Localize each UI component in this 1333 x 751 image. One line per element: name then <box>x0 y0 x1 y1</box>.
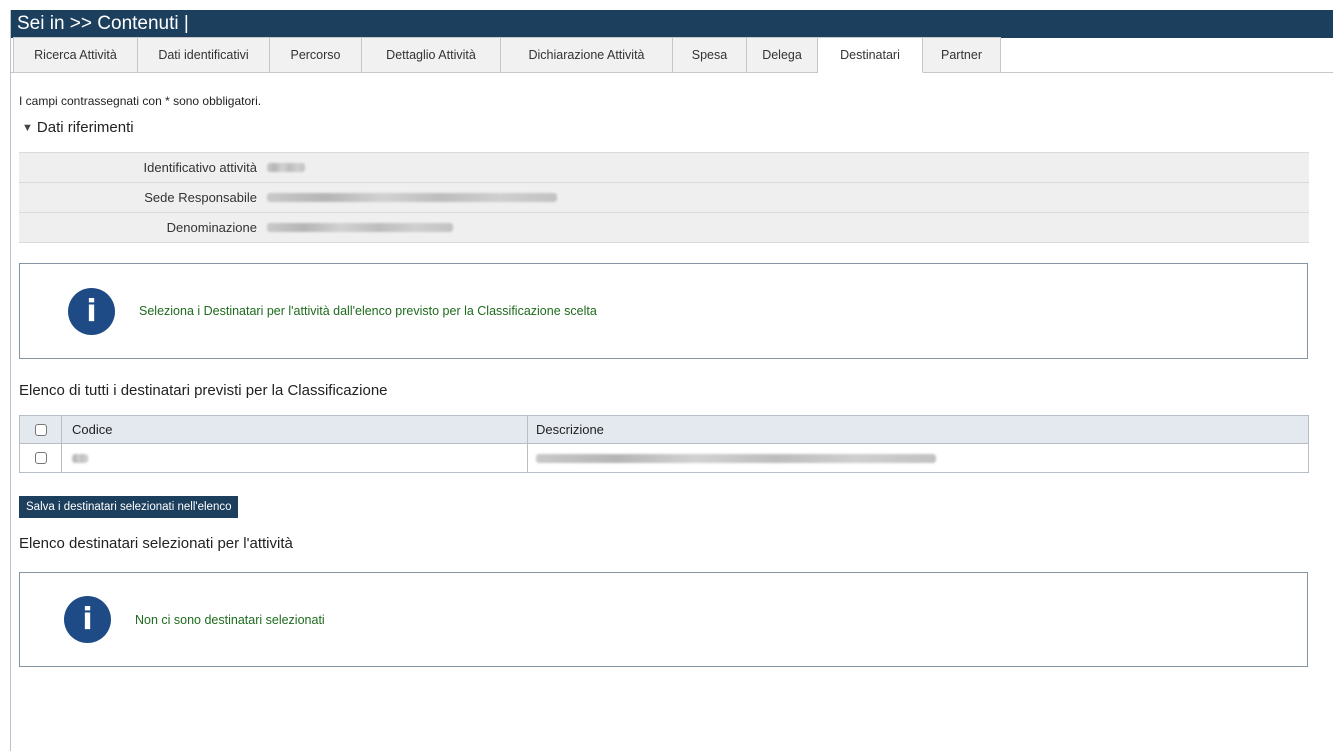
save-selected-button[interactable]: Salva i destinatari selezionati nell'ele… <box>19 496 239 518</box>
ref-label: Identificativo attività <box>143 160 257 175</box>
section-toggle-dati-riferimenti[interactable]: ▼ Dati riferimenti <box>22 119 1333 136</box>
ref-label: Sede Responsabile <box>144 190 257 205</box>
list-all-title: Elenco di tutti i destinatari previsti p… <box>19 382 388 399</box>
column-header-codice[interactable]: Codice <box>62 416 528 443</box>
tab-dichiarazione-attivita[interactable]: Dichiarazione Attività <box>501 37 673 73</box>
breadcrumb-header: Sei in >> Contenuti | <box>11 10 1333 38</box>
row-select-cell <box>20 444 62 472</box>
tab-partner[interactable]: Partner <box>923 37 1001 73</box>
main-frame: Sei in >> Contenuti | Ricerca Attività D… <box>10 10 1333 751</box>
redacted-value <box>72 453 88 463</box>
ref-label: Denominazione <box>166 220 257 235</box>
row-checkbox[interactable] <box>34 452 47 464</box>
tab-dati-identificativi[interactable]: Dati identificativi <box>138 37 270 73</box>
codice-cell <box>62 444 528 472</box>
tab-spesa[interactable]: Spesa <box>673 37 747 73</box>
ref-row-identificativo: Identificativo attività <box>19 153 1309 183</box>
select-all-cell <box>20 416 62 443</box>
list-selected-title: Elenco destinatari selezionati per l'att… <box>19 535 293 552</box>
tab-destinatari[interactable]: Destinatari <box>818 37 923 73</box>
tab-dettaglio-attivita[interactable]: Dettaglio Attività <box>362 37 501 73</box>
header-title: Sei in >> Contenuti | <box>17 13 189 34</box>
section-title: Dati riferimenti <box>36 119 134 136</box>
redacted-value <box>267 223 453 232</box>
descrizione-cell <box>528 444 1308 472</box>
empty-selection-box: i Non ci sono destinatari selezionati <box>19 572 1308 667</box>
tab-percorso[interactable]: Percorso <box>270 37 362 73</box>
info-icon: i <box>64 596 111 643</box>
column-header-descrizione[interactable]: Descrizione <box>528 416 1308 443</box>
select-all-checkbox[interactable] <box>34 423 47 436</box>
table-row <box>20 444 1308 472</box>
reference-table: Identificativo attività Sede Responsabil… <box>19 152 1309 243</box>
tab-bar: Ricerca Attività Dati identificativi Per… <box>11 37 1333 73</box>
empty-selection-message: Non ci sono destinatari selezionati <box>135 612 325 627</box>
info-message: Seleziona i Destinatari per l'attività d… <box>139 304 597 318</box>
table-header: Codice Descrizione <box>20 416 1308 444</box>
tab-ricerca-attivita[interactable]: Ricerca Attività <box>13 37 138 73</box>
destinatari-table: Codice Descrizione <box>19 415 1309 473</box>
tab-delega[interactable]: Delega <box>747 37 818 73</box>
redacted-value <box>267 193 557 202</box>
ref-row-sede: Sede Responsabile <box>19 183 1309 213</box>
content-area: I campi contrassegnati con * sono obblig… <box>11 94 1333 667</box>
redacted-value <box>267 163 305 172</box>
triangle-down-icon: ▼ <box>22 121 33 134</box>
redacted-value <box>536 453 936 463</box>
ref-row-denominazione: Denominazione <box>19 213 1309 243</box>
info-icon: i <box>68 287 115 335</box>
info-message-box: i Seleziona i Destinatari per l'attività… <box>19 263 1308 359</box>
required-fields-note: I campi contrassegnati con * sono obblig… <box>19 94 262 108</box>
